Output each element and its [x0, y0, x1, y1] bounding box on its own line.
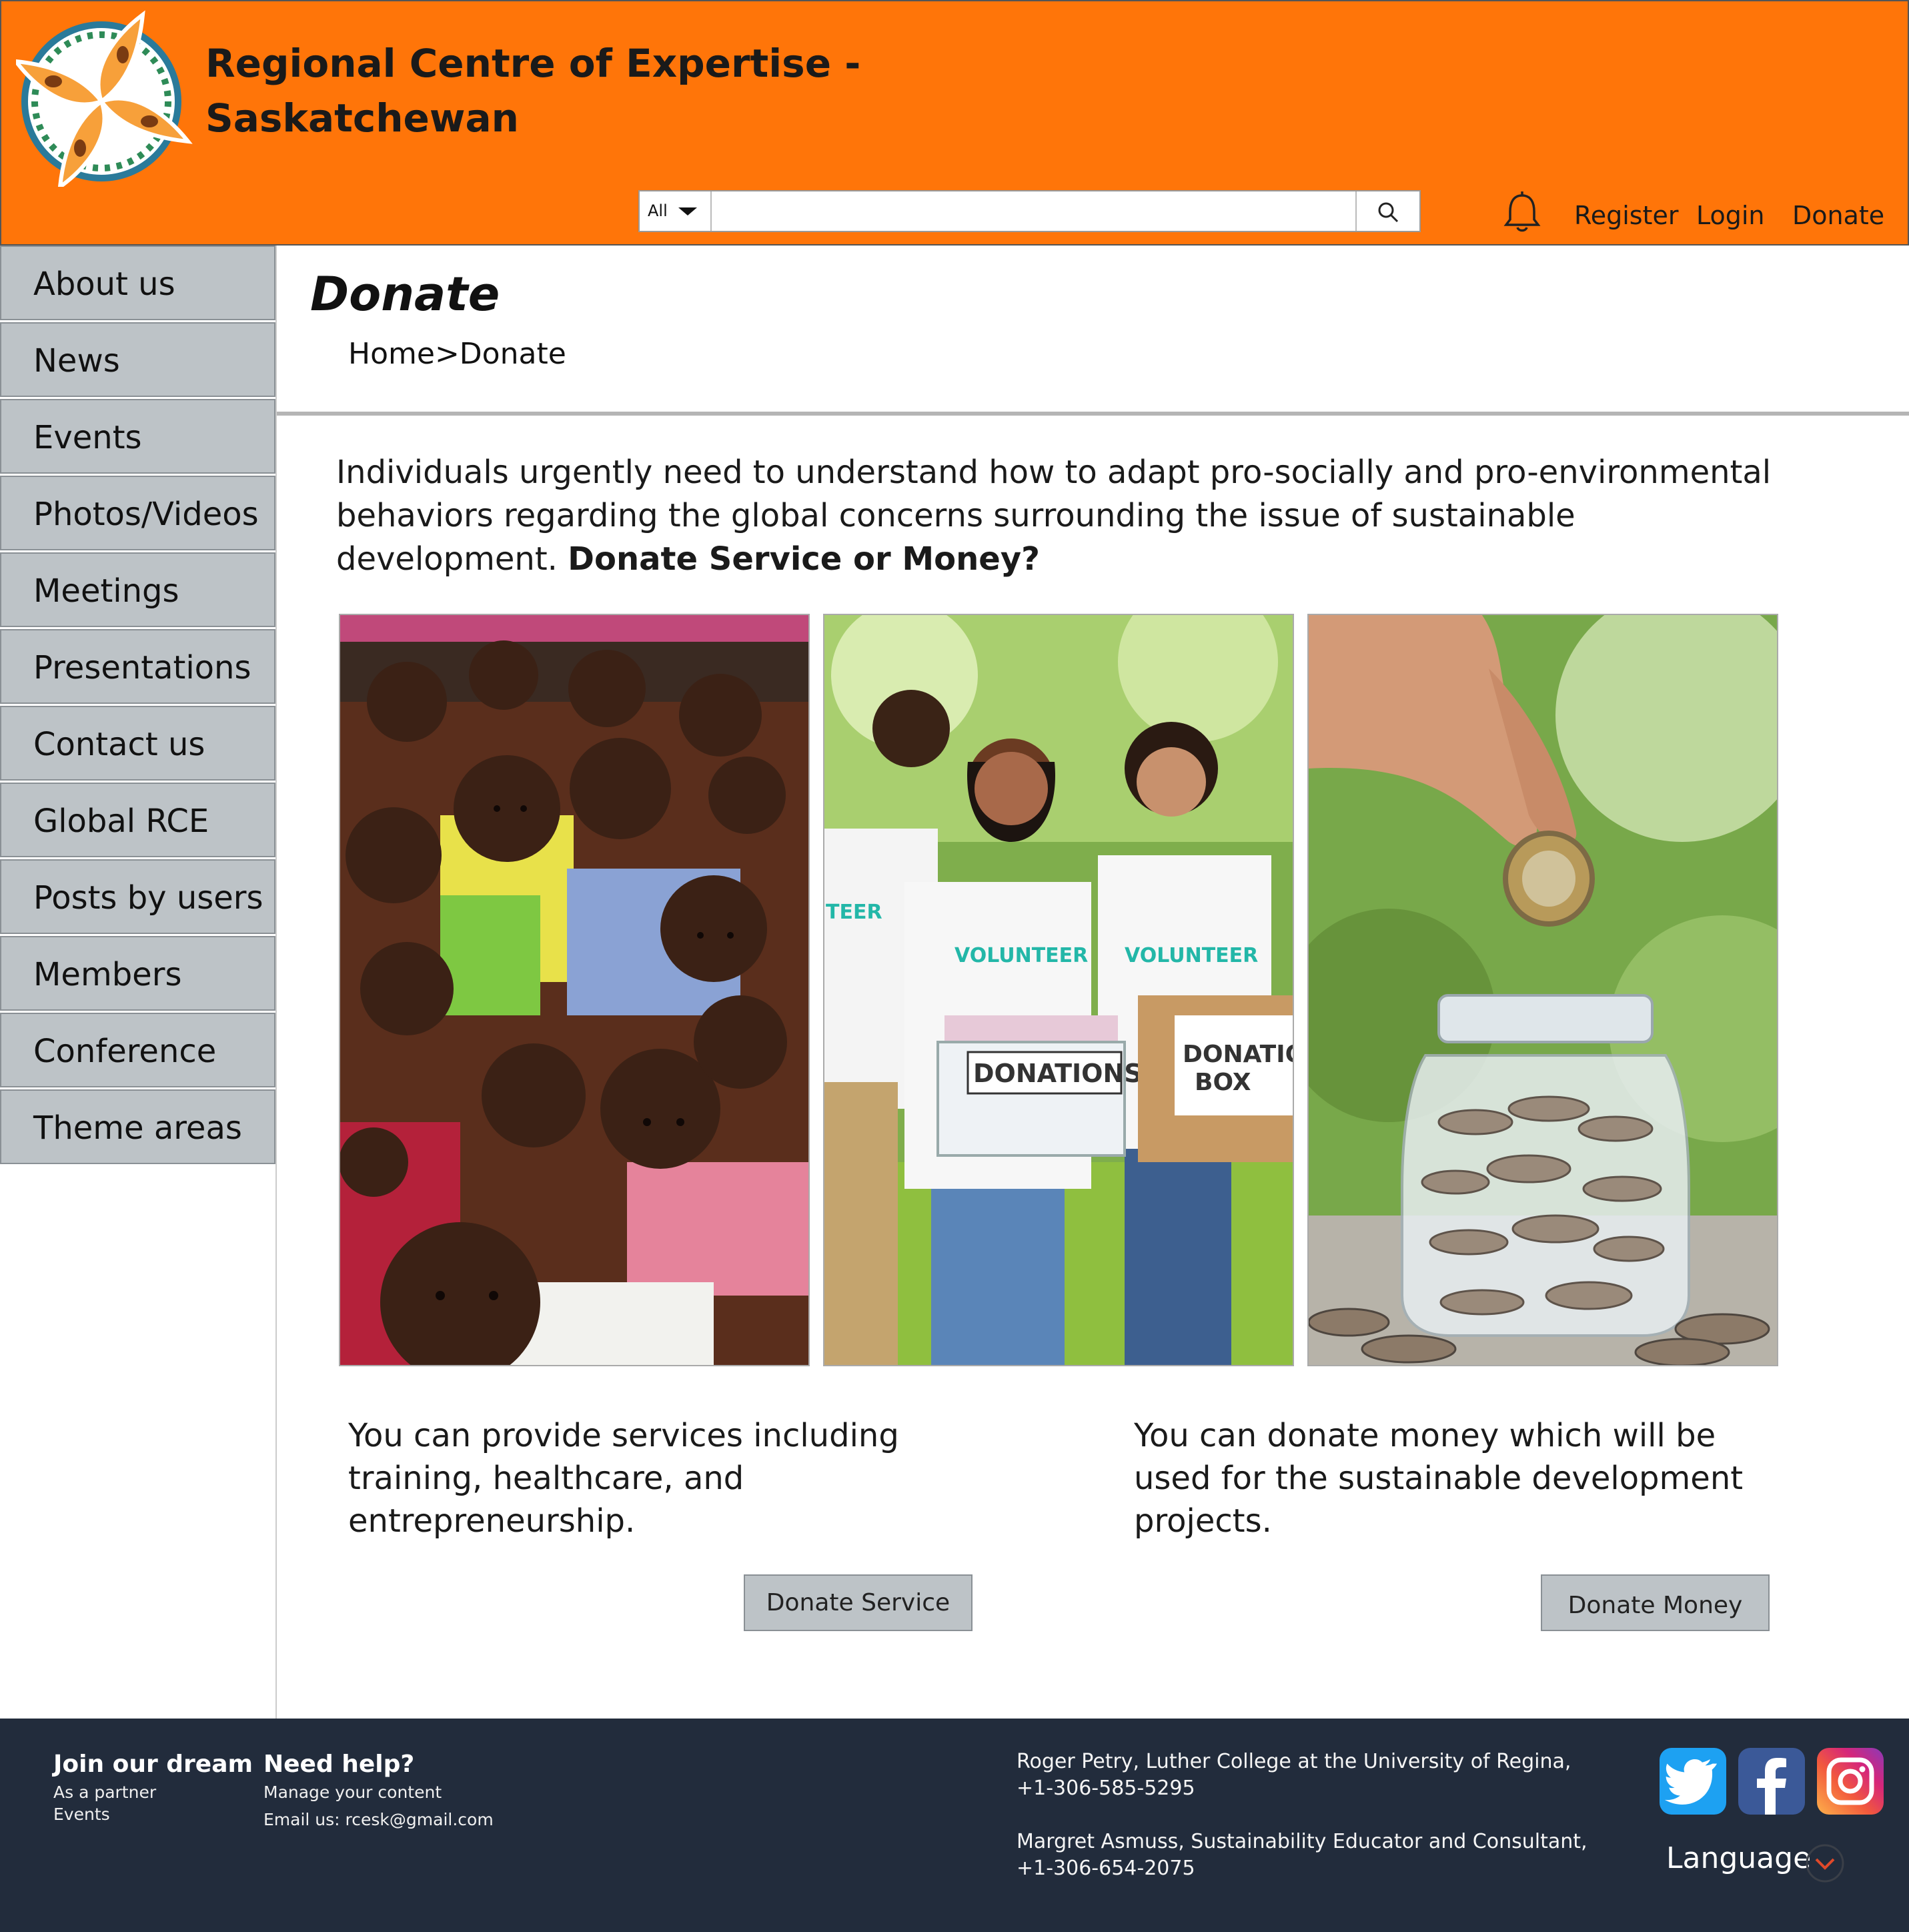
search-scope-select[interactable]: All — [640, 191, 712, 231]
sidebar-item-photos-videos[interactable]: Photos/Videos — [0, 476, 275, 550]
volunteers-illustration: TEER VOLUNTEER VOLUNTEER DONATIONS DONAT… — [824, 615, 1293, 1365]
sidebar-item-about-us[interactable]: About us — [0, 246, 275, 320]
site-title: Regional Centre of Expertise - Saskatche… — [205, 36, 860, 145]
search-input[interactable] — [714, 194, 1317, 229]
volunteers-photo: TEER VOLUNTEER VOLUNTEER DONATIONS DONAT… — [823, 614, 1294, 1366]
register-link[interactable]: Register — [1574, 199, 1678, 232]
sidebar-item-meetings[interactable]: Meetings — [0, 552, 275, 627]
contact-1-name: Roger Petry, Luther College at the Unive… — [1017, 1750, 1571, 1773]
contact-1-phone: +1-306-585-5295 — [1017, 1777, 1195, 1800]
volunteer-shirt-label-2: VOLUNTEER — [954, 944, 1088, 967]
donate-money-button[interactable]: Donate Money — [1541, 1574, 1770, 1631]
search-bar: All — [638, 190, 1421, 232]
contact-2-name: Margret Asmuss, Sustainability Educator … — [1017, 1830, 1587, 1853]
search-icon — [1378, 202, 1399, 223]
donate-link[interactable]: Donate — [1792, 199, 1884, 232]
help-heading: Need help? — [263, 1751, 415, 1778]
site-header: Regional Centre of Expertise - Saskatche… — [0, 0, 1909, 246]
coin-jar-illustration — [1309, 615, 1777, 1365]
join-events-link[interactable]: Events — [53, 1803, 110, 1825]
sidebar-item-presentations[interactable]: Presentations — [0, 629, 275, 704]
site-title-line1: Regional Centre of Expertise - — [205, 41, 861, 86]
sidebar-item-posts-by-users[interactable]: Posts by users — [0, 859, 275, 934]
bell-icon[interactable] — [1503, 191, 1541, 233]
site-title-line2: Saskatchewan — [205, 95, 519, 141]
donate-service-button[interactable]: Donate Service — [744, 1574, 973, 1631]
sidebar-item-news[interactable]: News — [0, 322, 275, 397]
intro-question: Donate Service or Money? — [568, 540, 1040, 578]
sidebar-item-theme-areas[interactable]: Theme areas — [0, 1089, 275, 1164]
join-partner-link[interactable]: As a partner — [53, 1781, 156, 1803]
contact-2-phone: +1-306-654-2075 — [1017, 1857, 1195, 1880]
chevron-down-icon[interactable] — [1805, 1843, 1845, 1883]
language-label[interactable]: Language — [1666, 1841, 1811, 1875]
twitter-icon[interactable] — [1660, 1748, 1726, 1815]
volunteer-shirt-label-3: VOLUNTEER — [1125, 944, 1258, 967]
search-button[interactable] — [1355, 191, 1419, 231]
search-scope-value: All — [648, 201, 668, 220]
donations-basket-label: DONATIONS — [973, 1059, 1143, 1088]
manage-content-link[interactable]: Manage your content — [263, 1781, 442, 1803]
sidebar-item-contact-us[interactable]: Contact us — [0, 706, 275, 781]
twitter-bird-glyph — [1664, 1759, 1718, 1805]
facebook-f-glyph — [1757, 1758, 1786, 1815]
money-description: You can donate money which will be used … — [1134, 1417, 1744, 1540]
volunteer-shirt-label-1: TEER — [826, 901, 882, 924]
instagram-camera-glyph — [1826, 1757, 1874, 1805]
login-link[interactable]: Login — [1696, 199, 1765, 232]
intro-paragraph: Individuals urgently need to understand … — [336, 451, 1804, 581]
coin-jar-photo — [1307, 614, 1778, 1366]
sidebar-item-conference[interactable]: Conference — [0, 1013, 275, 1087]
join-heading: Join our dream — [53, 1751, 253, 1778]
sidebar-item-events[interactable]: Events — [0, 399, 275, 474]
donation-box-label-1: DONATIO — [1183, 1041, 1293, 1068]
facebook-icon[interactable] — [1738, 1748, 1805, 1815]
intro-text: Individuals urgently need to understand … — [336, 454, 1772, 578]
children-illustration — [340, 615, 808, 1365]
sidebar-item-global-rce[interactable]: Global RCE — [0, 783, 275, 857]
instagram-icon[interactable] — [1817, 1748, 1884, 1815]
donation-box-label-2: BOX — [1195, 1069, 1251, 1096]
caret-down-icon — [678, 207, 697, 215]
service-description: You can provide services including train… — [348, 1417, 899, 1540]
breadcrumb[interactable]: Home>Donate — [348, 337, 566, 371]
page-title: Donate — [310, 267, 500, 322]
email-contact[interactable]: Email us: rcesk@gmail.com — [263, 1809, 494, 1831]
children-photo — [339, 614, 810, 1366]
sidebar-nav: About us News Events Photos/Videos Meeti… — [0, 246, 277, 1719]
rce-logo[interactable] — [16, 8, 195, 187]
section-divider — [277, 412, 1909, 416]
sidebar-item-members[interactable]: Members — [0, 936, 275, 1011]
